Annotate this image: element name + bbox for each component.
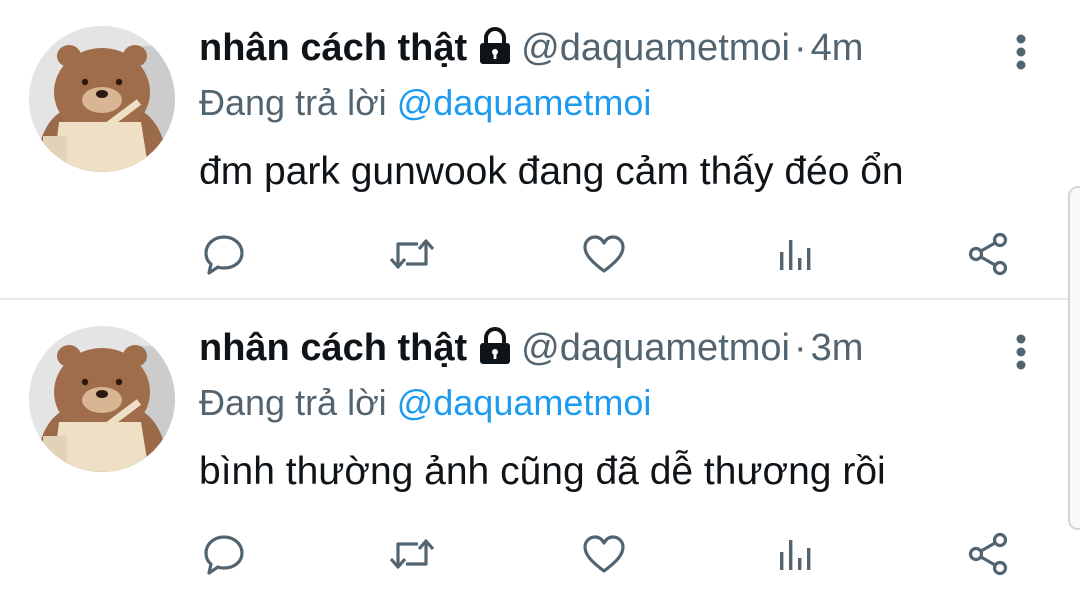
tweet-header: nhân cách thật @daquametmoi · 3m [199,326,863,382]
share-icon[interactable] [964,530,1012,578]
reply-prefix: Đang trả lời [199,382,387,423]
like-icon[interactable] [580,530,628,578]
scrollbar[interactable] [1068,186,1080,530]
tweet-header: nhân cách thật @daquametmoi · 4m [199,26,863,82]
analytics-icon[interactable] [772,230,820,278]
tweet-feed: nhân cách thật @daquametmoi · 4m Đang trả l… [0,0,1080,594]
tweet-text: bình thường ảnh cũng đã dễ thương rồi [199,450,886,493]
more-options-icon[interactable] [1006,32,1036,72]
reply-icon[interactable] [200,230,248,278]
like-icon[interactable] [580,230,628,278]
tweet-actions [0,530,1080,580]
reply-icon[interactable] [200,530,248,578]
tweet[interactable]: nhân cách thật @daquametmoi · 4m Đang trả l… [0,0,1080,300]
tweet-text: đm park gunwook đang cảm thấy đéo ổn [199,150,904,193]
display-name[interactable]: nhân cách thật [199,27,467,69]
avatar[interactable] [29,326,175,472]
handle[interactable]: @daquametmoi [521,27,790,69]
separator-dot: · [793,27,807,69]
retweet-icon[interactable] [388,530,436,578]
lock-icon [475,326,515,371]
timestamp[interactable]: 4m [811,27,864,69]
replying-to: Đang trả lời @daquametmoi [199,82,651,124]
handle[interactable]: @daquametmoi [521,327,790,369]
reply-to-link[interactable]: @daquametmoi [397,382,652,423]
tweet-actions [0,230,1080,280]
share-icon[interactable] [964,230,1012,278]
display-name[interactable]: nhân cách thật [199,327,467,369]
timestamp[interactable]: 3m [811,327,864,369]
lock-icon [475,26,515,71]
avatar[interactable] [29,26,175,172]
replying-to: Đang trả lời @daquametmoi [199,382,651,424]
reply-to-link[interactable]: @daquametmoi [397,82,652,123]
separator-dot: · [793,327,807,369]
reply-prefix: Đang trả lời [199,82,387,123]
more-options-icon[interactable] [1006,332,1036,372]
retweet-icon[interactable] [388,230,436,278]
tweet[interactable]: nhân cách thật @daquametmoi · 3m Đang trả l… [0,300,1080,594]
analytics-icon[interactable] [772,530,820,578]
